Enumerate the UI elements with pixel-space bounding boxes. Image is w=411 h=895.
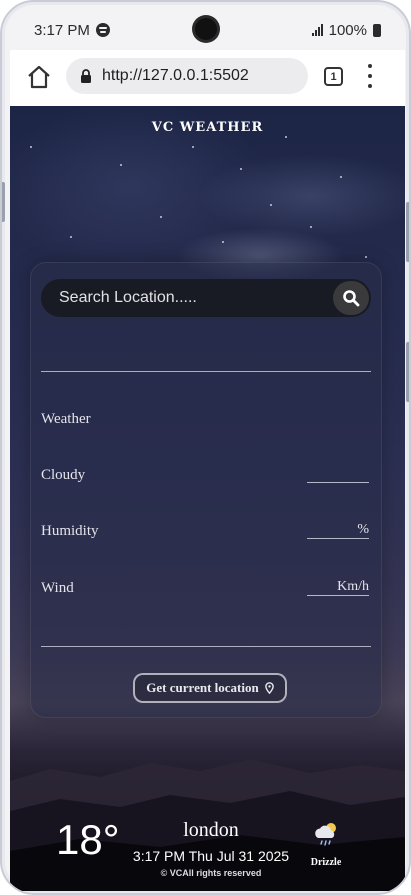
- app-title: VC WEATHER: [151, 120, 264, 135]
- status-left: 3:17 PM: [34, 22, 110, 39]
- address-bar[interactable]: http://127.0.0.1:5502: [66, 58, 308, 94]
- front-camera: [195, 18, 217, 40]
- search-input[interactable]: Search Location.....: [41, 279, 371, 317]
- current-temperature: 18°: [56, 816, 120, 863]
- signal-icon: [311, 24, 323, 36]
- date-time: 3:17 PM Thu Jul 31 2025: [132, 848, 290, 864]
- location-button-label: Get current location: [146, 680, 259, 695]
- tab-count: 1: [330, 70, 337, 83]
- phone-side-button: [406, 342, 409, 402]
- humidity-label: Humidity: [41, 523, 99, 539]
- phone-frame: 3:17 PM 100% http://127.0.0.1:5502 1 VC …: [0, 0, 411, 895]
- home-icon[interactable]: [26, 64, 52, 90]
- divider-bottom: [41, 646, 371, 647]
- cloudy-label: Cloudy: [41, 467, 86, 483]
- phone-side-button: [406, 202, 409, 262]
- tab-switcher-button[interactable]: 1: [324, 67, 343, 86]
- city-name: london: [183, 819, 239, 841]
- wind-label: Wind: [41, 580, 74, 596]
- status-right: 100%: [311, 21, 381, 39]
- battery-percent: 100%: [328, 21, 367, 39]
- overflow-menu-icon[interactable]: [366, 64, 374, 88]
- weather-label: Weather: [41, 411, 91, 427]
- search-icon: [343, 290, 360, 307]
- divider-top: [41, 371, 371, 372]
- wind-value: Km/h: [307, 580, 369, 596]
- cloudy-value: [307, 467, 369, 483]
- weather-card: Search Location..... Weather Cloudy Humi…: [30, 262, 382, 718]
- address-url: http://127.0.0.1:5502: [102, 67, 249, 84]
- search-placeholder: Search Location.....: [59, 289, 197, 306]
- battery-icon: [373, 23, 381, 37]
- weather-page: VC WEATHER Search Location..... Weather …: [10, 106, 405, 891]
- spotify-icon: [95, 23, 110, 37]
- status-time: 3:17 PM: [34, 21, 90, 39]
- browser-toolbar: http://127.0.0.1:5502 1: [10, 50, 405, 106]
- humidity-value: %: [307, 523, 369, 539]
- drizzle-icon: [312, 820, 340, 848]
- weather-condition: Drizzle: [310, 857, 342, 868]
- lock-icon: [80, 69, 92, 83]
- copyright-notice: © VCAll rights reserved: [160, 868, 262, 878]
- search-button[interactable]: [333, 281, 369, 315]
- phone-side-button: [2, 182, 5, 222]
- map-pin-icon: [264, 682, 274, 694]
- get-current-location-button[interactable]: Get current location: [133, 673, 287, 703]
